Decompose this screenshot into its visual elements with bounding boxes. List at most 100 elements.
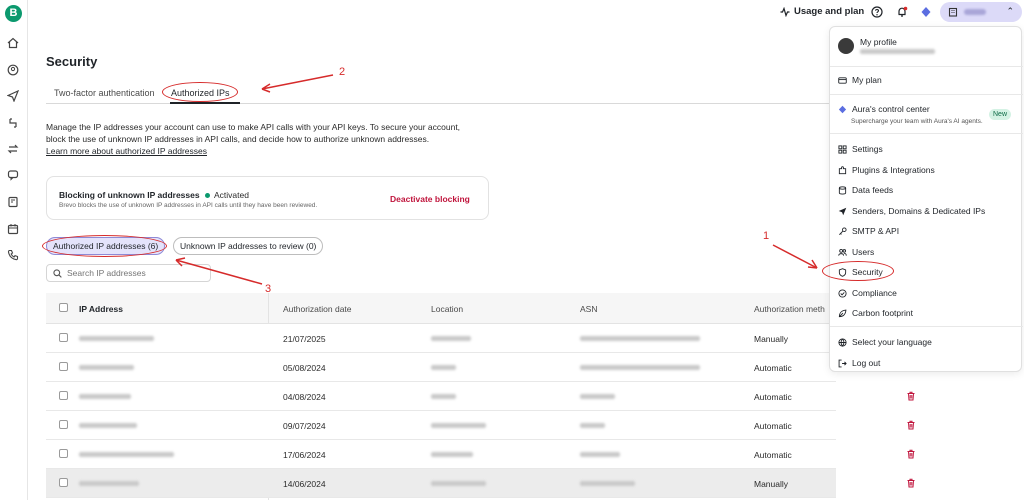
campaigns-icon[interactable] <box>6 89 20 103</box>
row-method: Manually <box>754 334 789 344</box>
menu-item-compliance[interactable]: Compliance <box>838 288 897 298</box>
row-method: Automatic <box>754 392 792 402</box>
trash-icon[interactable] <box>906 420 916 430</box>
row-checkbox[interactable] <box>59 333 68 342</box>
bell-icon[interactable] <box>896 6 908 18</box>
trash-icon[interactable] <box>906 449 916 459</box>
menu-divider <box>830 94 1023 95</box>
redacted-asn <box>580 452 620 457</box>
globe-icon <box>838 337 847 347</box>
header-asn[interactable]: ASN <box>580 304 597 314</box>
deactivate-blocking-button[interactable]: Deactivate blocking <box>390 194 470 204</box>
search-input[interactable] <box>67 268 197 278</box>
sales-icon[interactable] <box>6 195 20 209</box>
row-date: 14/06/2024 <box>283 479 326 489</box>
menu-divider <box>830 66 1023 67</box>
select-all-checkbox[interactable] <box>59 303 68 312</box>
blocking-subtitle: Brevo blocks the use of unknown IP addre… <box>59 202 318 209</box>
menu-item-plugins-integrations[interactable]: Plugins & Integrations <box>838 165 935 175</box>
search-icon <box>53 268 62 278</box>
tab-two-factor-authentication[interactable]: Two-factor authentication <box>54 88 155 98</box>
annotation-circle-tab <box>162 82 238 102</box>
row-checkbox[interactable] <box>59 449 68 458</box>
redacted-location <box>431 481 486 486</box>
redacted-email <box>860 49 935 54</box>
row-date: 21/07/2025 <box>283 334 326 344</box>
row-checkbox[interactable] <box>59 420 68 429</box>
intro-text: Manage the IP addresses your account can… <box>46 121 506 157</box>
table-row[interactable]: 21/07/2025 Manually <box>46 324 836 353</box>
table-row[interactable]: 14/06/2024 Manually <box>46 469 915 498</box>
menu-item-carbon-footprint[interactable]: Carbon footprint <box>838 308 913 318</box>
trash-icon[interactable] <box>906 391 916 401</box>
menu-item-data-feeds[interactable]: Data feeds <box>838 185 893 195</box>
row-date: 04/08/2024 <box>283 392 326 402</box>
redacted-ip <box>79 452 174 457</box>
brevo-logo[interactable]: B <box>5 5 22 22</box>
redacted-asn <box>580 365 700 370</box>
compliance-label: Compliance <box>852 288 897 298</box>
phone-icon[interactable] <box>6 248 20 262</box>
calendar-icon[interactable] <box>6 222 20 236</box>
header-authorization-method[interactable]: Authorization meth <box>754 304 825 314</box>
usage-and-plan-link[interactable]: Usage and plan <box>780 6 864 17</box>
filter-unknown-ips[interactable]: Unknown IP addresses to review (0) <box>173 237 324 255</box>
row-checkbox[interactable] <box>59 478 68 487</box>
automations-icon[interactable] <box>6 116 20 130</box>
redacted-asn <box>580 336 700 341</box>
home-icon[interactable] <box>6 36 20 50</box>
redacted-location <box>431 394 456 399</box>
aura-label: Aura's control center <box>852 104 930 114</box>
menu-item-select-language[interactable]: Select your language <box>838 337 932 347</box>
redacted-location <box>431 452 473 457</box>
redacted-ip <box>79 394 131 399</box>
menu-divider <box>830 133 1023 134</box>
menu-item-my-profile[interactable]: My profile <box>860 37 897 47</box>
header-location[interactable]: Location <box>431 304 463 314</box>
menu-divider <box>830 326 1023 327</box>
menu-item-my-plan[interactable]: My plan <box>838 75 882 85</box>
aura-diamond-icon[interactable] <box>920 6 932 18</box>
conversations-icon[interactable] <box>6 168 20 182</box>
database-icon <box>838 185 847 194</box>
menu-item-smtp-api[interactable]: SMTP & API <box>838 226 899 236</box>
aura-diamond-icon <box>838 105 847 113</box>
trash-icon[interactable] <box>906 478 916 488</box>
transactional-icon[interactable] <box>6 142 20 156</box>
row-date: 17/06/2024 <box>283 450 326 460</box>
table-row[interactable]: 17/06/2024 Automatic <box>46 440 915 469</box>
menu-item-aura-control-center[interactable]: Aura's control center <box>838 104 930 114</box>
active-tab-indicator <box>170 102 240 104</box>
organization-switcher[interactable]: ⌃ <box>940 2 1022 22</box>
contacts-icon[interactable] <box>6 63 20 77</box>
account-dropdown-menu: My profile My plan Aura's control center… <box>829 26 1023 372</box>
aura-subtitle: Supercharge your team with Aura's AI age… <box>851 118 983 125</box>
leaf-icon <box>838 309 847 317</box>
table-row[interactable]: 04/08/2024 Automatic <box>46 382 915 411</box>
row-date: 05/08/2024 <box>283 363 326 373</box>
data-feeds-label: Data feeds <box>852 185 894 195</box>
learn-more-link[interactable]: Learn more about authorized IP addresses <box>46 145 506 157</box>
row-checkbox[interactable] <box>59 362 68 371</box>
redacted-location <box>431 336 471 341</box>
puzzle-icon <box>838 165 847 174</box>
page-title: Security <box>46 54 98 69</box>
row-checkbox[interactable] <box>59 391 68 400</box>
avatar <box>838 38 854 54</box>
annotation-number-1: 1 <box>763 230 770 242</box>
table-row[interactable]: 05/08/2024 Automatic <box>46 353 836 382</box>
users-icon <box>838 248 847 256</box>
header-authorization-date[interactable]: Authorization date <box>283 304 352 314</box>
annotation-circle-security <box>822 261 894 281</box>
help-icon[interactable] <box>871 6 883 18</box>
menu-item-settings[interactable]: Settings <box>838 144 883 154</box>
menu-item-users[interactable]: Users <box>838 247 874 257</box>
blocking-card: Blocking of unknown IP addresses Activat… <box>46 176 489 220</box>
row-method: Manually <box>754 479 789 489</box>
header-ip-address[interactable]: IP Address <box>79 304 123 314</box>
table-row[interactable]: 09/07/2024 Automatic <box>46 411 915 440</box>
menu-item-log-out[interactable]: Log out <box>838 358 880 368</box>
menu-item-senders-domains[interactable]: Senders, Domains & Dedicated IPs <box>838 206 985 216</box>
status-dot <box>205 192 210 198</box>
blocking-status: Activated <box>205 190 249 200</box>
